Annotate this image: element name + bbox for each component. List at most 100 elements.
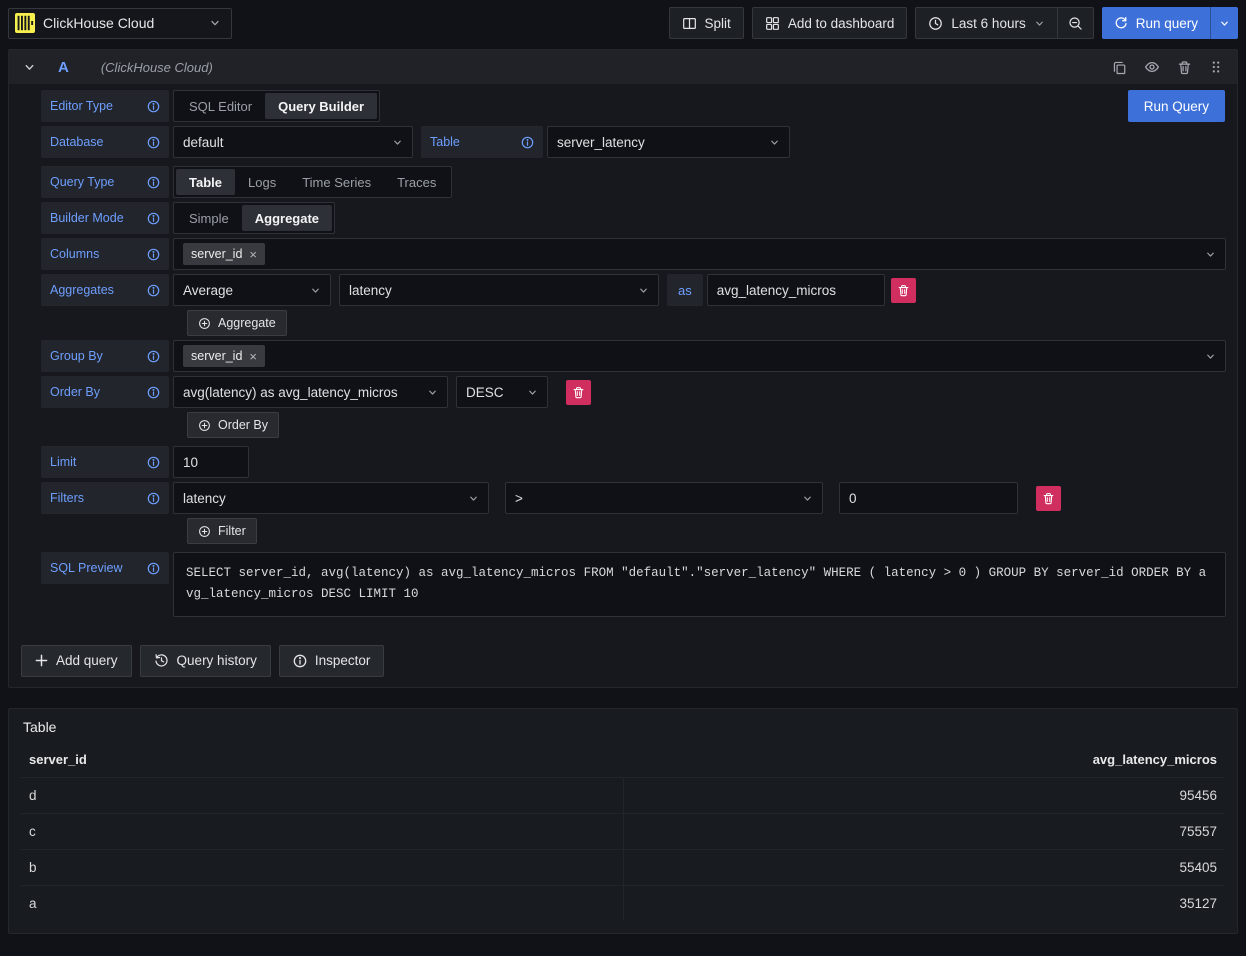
- add-query-button[interactable]: Add query: [21, 645, 132, 677]
- aggregate-alias-input[interactable]: [707, 274, 885, 306]
- time-picker-group: Last 6 hours: [915, 7, 1093, 39]
- cell-avg-latency: 55405: [624, 850, 1226, 885]
- chevron-down-icon: [468, 493, 479, 504]
- filter-operator-select[interactable]: >: [505, 482, 823, 514]
- query-type-label: Query Type: [41, 166, 169, 198]
- columns-multiselect[interactable]: server_id ×: [173, 238, 1226, 270]
- aggregate-function-select[interactable]: Average: [173, 274, 331, 306]
- group-by-row: Group By server_id ×: [41, 340, 1226, 372]
- filters-label: Filters: [41, 482, 169, 514]
- datasource-picker-value: ClickHouse Cloud: [43, 15, 201, 31]
- builder-mode-aggregate[interactable]: Aggregate: [242, 205, 332, 231]
- column-header-avg-latency-micros[interactable]: avg_latency_micros: [623, 752, 1225, 767]
- info-icon: [147, 562, 160, 575]
- info-icon: [147, 492, 160, 505]
- limit-input[interactable]: [173, 446, 249, 478]
- chevron-down-icon: [427, 387, 438, 398]
- table-select[interactable]: server_latency: [547, 126, 790, 158]
- remove-order-by-button[interactable]: [566, 380, 591, 405]
- query-type-logs[interactable]: Logs: [235, 169, 289, 195]
- chevron-down-icon: [527, 387, 538, 398]
- table-header-row: server_id avg_latency_micros: [21, 743, 1225, 777]
- chevron-down-icon: [802, 493, 813, 504]
- datasource-picker[interactable]: ClickHouse Cloud: [8, 8, 232, 39]
- query-footer: Add query Query history Inspector: [15, 645, 1226, 677]
- columns-label: Columns: [41, 238, 169, 270]
- query-datasource-hint: (ClickHouse Cloud): [101, 60, 213, 75]
- query-type-time-series[interactable]: Time Series: [289, 169, 384, 195]
- table-row: b 55405: [21, 849, 1225, 885]
- remove-filter-button[interactable]: [1036, 486, 1061, 511]
- order-by-label: Order By: [41, 376, 169, 408]
- time-range-button[interactable]: Last 6 hours: [916, 8, 1056, 38]
- split-columns-icon: [682, 16, 697, 31]
- info-icon: [521, 136, 534, 149]
- column-header-server-id[interactable]: server_id: [21, 752, 623, 767]
- info-icon: [147, 456, 160, 469]
- collapse-chevron-icon[interactable]: [23, 61, 36, 74]
- editor-type-sql-editor[interactable]: SQL Editor: [176, 93, 265, 119]
- query-type-traces[interactable]: Traces: [384, 169, 449, 195]
- run-query-panel-button[interactable]: Run Query: [1128, 90, 1225, 122]
- group-by-label: Group By: [41, 340, 169, 372]
- query-type-table[interactable]: Table: [176, 169, 235, 195]
- remove-aggregate-button[interactable]: [891, 278, 916, 303]
- database-select[interactable]: default: [173, 126, 413, 158]
- remove-tag-icon[interactable]: ×: [249, 248, 257, 261]
- editor-type-row: Editor Type SQL Editor Query Builder Run…: [41, 90, 1226, 122]
- chevron-down-icon: [769, 137, 780, 148]
- chevron-down-icon: [638, 285, 649, 296]
- info-icon: [147, 248, 160, 261]
- sql-preview-text: SELECT server_id, avg(latency) as avg_la…: [173, 552, 1226, 617]
- info-icon: [147, 386, 160, 399]
- split-button-label: Split: [705, 16, 731, 31]
- editor-type-query-builder[interactable]: Query Builder: [265, 93, 377, 119]
- cell-avg-latency: 75557: [624, 814, 1226, 849]
- filters-row: Filters latency >: [41, 482, 1226, 514]
- aggregate-column-select[interactable]: latency: [339, 274, 659, 306]
- drag-handle-icon[interactable]: [1209, 60, 1223, 74]
- query-ref-id: A: [58, 59, 69, 76]
- plus-circle-icon: [198, 419, 211, 432]
- plus-icon: [35, 654, 48, 667]
- info-icon: [147, 212, 160, 225]
- inspector-button[interactable]: Inspector: [279, 645, 385, 677]
- remove-tag-icon[interactable]: ×: [249, 350, 257, 363]
- order-by-direction-select[interactable]: DESC: [456, 376, 548, 408]
- aggregates-label: Aggregates: [41, 274, 169, 306]
- run-query-split-button: Run query: [1102, 7, 1238, 39]
- hide-response-eye-icon[interactable]: [1144, 59, 1160, 75]
- chevron-down-icon: [1205, 249, 1216, 260]
- chevron-down-icon: [1205, 351, 1216, 362]
- sync-icon: [1114, 16, 1128, 30]
- order-by-field-select[interactable]: avg(latency) as avg_latency_micros: [173, 376, 448, 408]
- group-by-multiselect[interactable]: server_id ×: [173, 340, 1226, 372]
- add-to-dashboard-button[interactable]: Add to dashboard: [752, 7, 908, 39]
- run-query-button[interactable]: Run query: [1102, 7, 1210, 39]
- database-table-row: Database default Table server_latency: [41, 126, 1226, 158]
- sql-preview-label: SQL Preview: [41, 552, 169, 584]
- cell-server-id: a: [21, 886, 624, 921]
- add-to-dashboard-label: Add to dashboard: [788, 16, 895, 31]
- time-zoom-out-button[interactable]: [1057, 8, 1093, 38]
- info-icon: [147, 136, 160, 149]
- split-button[interactable]: Split: [669, 7, 744, 39]
- table-panel: Table server_id avg_latency_micros d 954…: [8, 708, 1238, 934]
- editor-type-label: Editor Type: [41, 90, 169, 122]
- add-aggregate-button[interactable]: Aggregate: [187, 310, 287, 336]
- filter-value-input[interactable]: [839, 482, 1018, 514]
- chevron-down-icon: [1219, 18, 1230, 29]
- cell-server-id: c: [21, 814, 624, 849]
- run-query-caret-button[interactable]: [1210, 7, 1238, 39]
- duplicate-query-icon[interactable]: [1112, 60, 1127, 75]
- time-range-label: Last 6 hours: [951, 16, 1025, 31]
- builder-mode-simple[interactable]: Simple: [176, 205, 242, 231]
- filter-column-select[interactable]: latency: [173, 482, 489, 514]
- query-history-button[interactable]: Query history: [140, 645, 271, 677]
- remove-query-trash-icon[interactable]: [1177, 60, 1192, 75]
- add-aggregate-row: Aggregate: [187, 310, 1226, 336]
- add-filter-button[interactable]: Filter: [187, 518, 257, 544]
- info-icon: [147, 284, 160, 297]
- add-order-by-button[interactable]: Order By: [187, 412, 279, 438]
- table-row: d 95456: [21, 777, 1225, 813]
